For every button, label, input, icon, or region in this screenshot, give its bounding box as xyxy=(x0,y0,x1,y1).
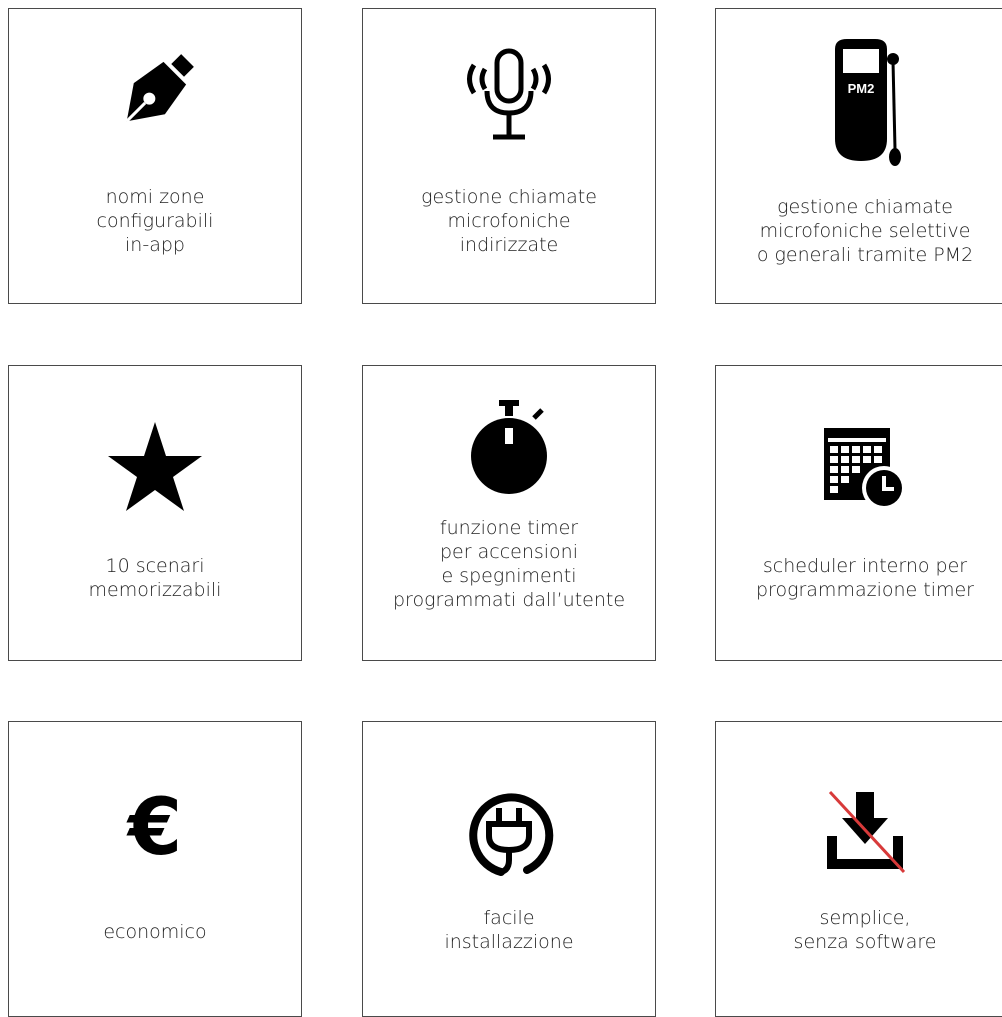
feature-card-scheduler: scheduler interno per programmazione tim… xyxy=(715,365,1002,661)
feature-card-pm2-calls: PM2 gestione chiamate microfoniche selet… xyxy=(715,8,1002,304)
fountain-pen-icon xyxy=(9,53,301,133)
feature-caption: facile installazzione xyxy=(444,907,574,953)
calendar-clock-icon xyxy=(716,424,1002,514)
euro-icon: € xyxy=(9,786,301,866)
feature-caption: scheduler interno per programmazione tim… xyxy=(756,555,974,601)
feature-card-economic: € economico xyxy=(8,721,302,1017)
plug-icon xyxy=(363,790,655,880)
feature-card-scenarios: 10 scenari memorizzabili xyxy=(8,365,302,661)
feature-caption: gestione chiamate microfoniche indirizza… xyxy=(421,186,597,256)
feature-card-zone-names: nomi zone configurabili in-app xyxy=(8,8,302,304)
stopwatch-icon xyxy=(363,398,655,500)
feature-caption: 10 scenari memorizzabili xyxy=(88,555,222,601)
euro-symbol: € xyxy=(126,786,182,866)
feature-caption: economico xyxy=(103,921,207,943)
pm2-label: PM2 xyxy=(848,81,875,96)
feature-caption: funzione timer per accensioni e spegnime… xyxy=(392,517,626,611)
microphone-broadcast-icon xyxy=(363,47,655,143)
feature-caption: gestione chiamate microfoniche selettive… xyxy=(756,196,974,266)
no-download-icon xyxy=(716,788,1002,878)
feature-card-timer: funzione timer per accensioni e spegnime… xyxy=(362,365,656,661)
pm2-paging-microphone-icon: PM2 xyxy=(716,39,1002,169)
feature-caption: nomi zone configurabili in-app xyxy=(96,186,214,256)
feature-card-installation: facile installazzione xyxy=(362,721,656,1017)
feature-card-no-software: semplice, senza software xyxy=(715,721,1002,1017)
star-icon xyxy=(9,418,301,514)
feature-card-microphone-calls: gestione chiamate microfoniche indirizza… xyxy=(362,8,656,304)
feature-caption: semplice, senza software xyxy=(793,907,937,953)
